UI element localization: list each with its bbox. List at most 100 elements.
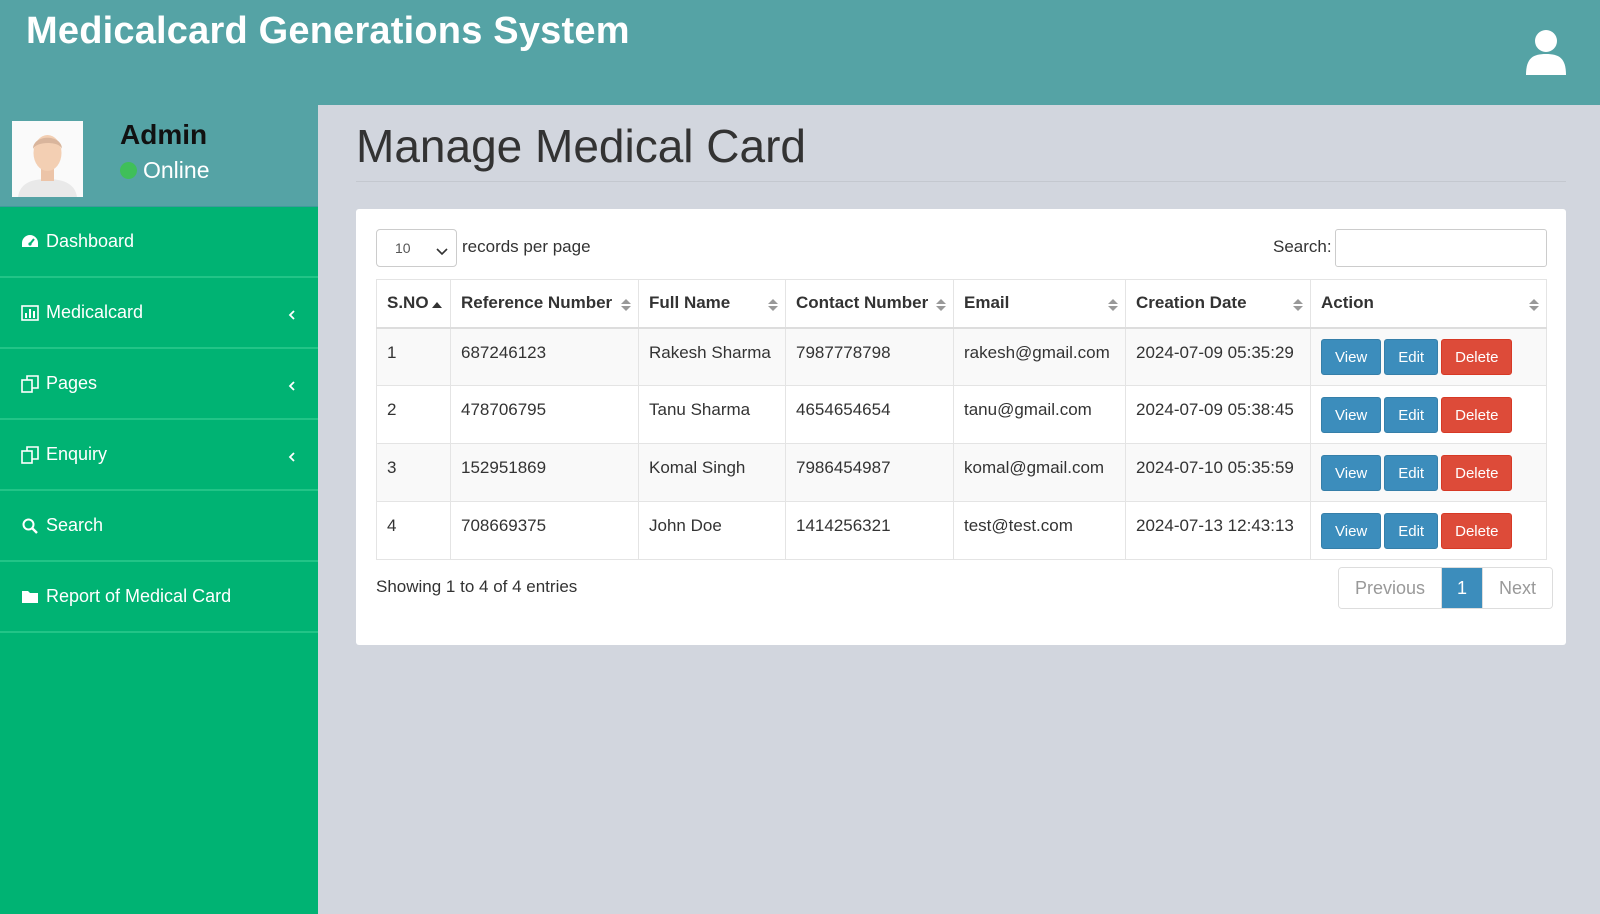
sort-icon [768, 297, 778, 317]
search-label: Search: [1273, 237, 1332, 256]
sort-icon [936, 297, 946, 317]
bar-chart-icon [20, 303, 40, 323]
view-button[interactable]: View [1321, 512, 1382, 549]
table-row: 2 478706795 Tanu Sharma 4654654654 tanu@… [376, 385, 1547, 444]
page-1-button[interactable]: 1 [1442, 568, 1483, 608]
view-button[interactable]: View [1321, 454, 1382, 491]
table-row: 3 152951869 Komal Singh 7986454987 komal… [376, 443, 1547, 502]
cell-contact-number: 7987778798 [785, 327, 954, 386]
cell-reference-number: 687246123 [450, 327, 639, 386]
delete-button[interactable]: Delete [1441, 512, 1513, 549]
status-text: Online [143, 157, 210, 183]
previous-page-button[interactable]: Previous [1339, 568, 1443, 608]
edit-button[interactable]: Edit [1384, 396, 1439, 433]
cell-sno: 3 [376, 443, 451, 502]
delete-button[interactable]: Delete [1441, 338, 1513, 375]
view-button[interactable]: View [1321, 396, 1382, 433]
column-header-creation-date[interactable]: Creation Date [1125, 279, 1311, 329]
edit-button[interactable]: Edit [1384, 454, 1439, 491]
sort-icon [1529, 297, 1539, 317]
column-header-contact-number[interactable]: Contact Number [785, 279, 954, 329]
column-header-reference-number[interactable]: Reference Number [450, 279, 639, 329]
cell-email: tanu@gmail.com [953, 385, 1126, 444]
cell-contact-number: 7986454987 [785, 443, 954, 502]
cell-reference-number: 708669375 [450, 501, 639, 560]
cell-full-name: Rakesh Sharma [638, 327, 786, 386]
column-header-sno[interactable]: S.NO [376, 279, 451, 329]
title-divider [356, 181, 1566, 182]
sort-icon [1108, 297, 1118, 317]
cell-creation-date: 2024-07-10 05:35:59 [1125, 443, 1311, 502]
cell-full-name: Komal Singh [638, 443, 786, 502]
sidebar: Admin Online Dashboard Medicalcard Pages… [0, 105, 318, 914]
pagination: Previous 1 Next [1338, 567, 1554, 609]
search-icon [20, 516, 40, 536]
cell-actions: View Edit Delete [1310, 385, 1547, 444]
records-per-page-label: records per page [462, 237, 591, 256]
cell-actions: View Edit Delete [1310, 443, 1547, 502]
table-info: Showing 1 to 4 of 4 entries [376, 577, 578, 596]
cell-contact-number: 1414256321 [785, 501, 954, 560]
cell-full-name: Tanu Sharma [638, 385, 786, 444]
cell-email: rakesh@gmail.com [953, 327, 1126, 386]
sidebar-item-label: Dashboard [46, 231, 135, 251]
sidebar-item-label: Medicalcard [46, 302, 144, 322]
sidebar-item-search[interactable]: Search [0, 491, 318, 562]
sidebar-nav: Dashboard Medicalcard Pages Enquiry Sear… [0, 207, 318, 633]
delete-button[interactable]: Delete [1441, 454, 1513, 491]
sort-icon [1293, 297, 1303, 317]
edit-button[interactable]: Edit [1384, 338, 1439, 375]
cell-full-name: John Doe [638, 501, 786, 560]
sidebar-item-enquiry[interactable]: Enquiry [0, 420, 318, 491]
table-row: 1 687246123 Rakesh Sharma 7987778798 rak… [376, 327, 1547, 386]
cell-reference-number: 478706795 [450, 385, 639, 444]
app-title: Medicalcard Generations System [26, 10, 630, 52]
avatar [12, 121, 83, 197]
cell-creation-date: 2024-07-13 12:43:13 [1125, 501, 1311, 560]
cell-creation-date: 2024-07-09 05:35:29 [1125, 327, 1311, 386]
sidebar-item-label: Enquiry [46, 444, 108, 464]
folder-icon [20, 587, 40, 607]
cell-email: test@test.com [953, 501, 1126, 560]
user-icon[interactable] [1524, 28, 1568, 76]
sidebar-item-label: Search [46, 515, 104, 535]
copy-icon [20, 445, 40, 465]
table-row: 4 708669375 John Doe 1414256321 test@tes… [376, 501, 1547, 560]
column-header-full-name[interactable]: Full Name [638, 279, 786, 329]
sidebar-item-label: Report of Medical Card [46, 586, 232, 606]
main-content: Manage Medical Card 10 records per page … [318, 105, 1600, 914]
user-status: Online [120, 157, 209, 184]
status-dot-icon [120, 162, 137, 179]
copy-icon [20, 374, 40, 394]
sidebar-item-dashboard[interactable]: Dashboard [0, 207, 318, 278]
cell-actions: View Edit Delete [1310, 501, 1547, 560]
sidebar-item-pages[interactable]: Pages [0, 349, 318, 420]
chevron-down-icon [436, 243, 448, 259]
cell-sno: 4 [376, 501, 451, 560]
records-box: 10 records per page Search: S.NO Referen… [356, 209, 1566, 645]
user-name: Admin [120, 119, 208, 150]
user-panel: Admin Online [0, 105, 318, 207]
edit-button[interactable]: Edit [1384, 512, 1439, 549]
chevron-left-icon [288, 305, 296, 326]
chevron-left-icon [288, 376, 296, 397]
page-title: Manage Medical Card [356, 120, 807, 172]
sidebar-item-label: Pages [46, 373, 98, 393]
cell-creation-date: 2024-07-09 05:38:45 [1125, 385, 1311, 444]
column-header-email[interactable]: Email [953, 279, 1126, 329]
records-per-page-select[interactable]: 10 [376, 229, 457, 267]
next-page-button[interactable]: Next [1482, 568, 1553, 608]
cell-sno: 2 [376, 385, 451, 444]
cell-actions: View Edit Delete [1310, 327, 1547, 386]
column-header-action[interactable]: Action [1310, 279, 1547, 329]
top-header: Medicalcard Generations System [0, 0, 1600, 105]
cell-email: komal@gmail.com [953, 443, 1126, 502]
search-input[interactable] [1335, 229, 1547, 267]
sidebar-item-report[interactable]: Report of Medical Card [0, 562, 318, 633]
view-button[interactable]: View [1321, 338, 1382, 375]
table-header-row: S.NO Reference Number Full Name Contact … [376, 279, 1547, 329]
cell-reference-number: 152951869 [450, 443, 639, 502]
delete-button[interactable]: Delete [1441, 396, 1513, 433]
dashboard-icon [20, 232, 40, 252]
sidebar-item-medicalcard[interactable]: Medicalcard [0, 278, 318, 349]
